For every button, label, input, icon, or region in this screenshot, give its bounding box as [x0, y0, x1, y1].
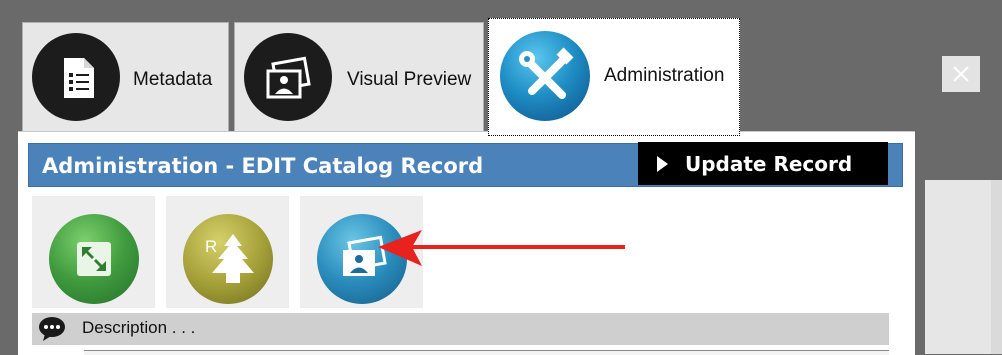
- tab-administration[interactable]: Administration: [488, 18, 740, 136]
- red-arrow-icon: [378, 230, 625, 266]
- svg-text:R: R: [205, 237, 217, 256]
- pine-tree-r-icon: R: [183, 214, 273, 304]
- update-record-label: Update Record: [685, 152, 853, 176]
- description-label: Description . . .: [82, 318, 196, 337]
- tab-metadata-label: Metadata: [133, 69, 213, 90]
- panel-title: Administration - EDIT Catalog Record: [42, 154, 484, 178]
- document-list-icon: [32, 33, 120, 121]
- tools-icon: [500, 31, 590, 121]
- speech-bubble-icon: [38, 316, 66, 347]
- close-button[interactable]: [942, 56, 980, 92]
- scrollbar[interactable]: [991, 180, 1002, 354]
- pine-tree-button[interactable]: R: [166, 196, 289, 308]
- tab-visual-preview[interactable]: Visual Preview: [234, 22, 484, 132]
- description-field[interactable]: [84, 350, 889, 355]
- update-record-button[interactable]: Update Record: [638, 142, 888, 185]
- tab-administration-label: Administration: [604, 65, 725, 86]
- expand-icon: [49, 214, 139, 304]
- close-icon: [953, 66, 969, 82]
- tab-metadata[interactable]: Metadata: [22, 22, 229, 132]
- tab-visual-preview-label: Visual Preview: [347, 69, 472, 90]
- photo-person-icon: [244, 33, 332, 121]
- play-arrow-icon: [657, 156, 668, 172]
- description-bar[interactable]: Description . . .: [32, 313, 889, 345]
- expand-button[interactable]: [32, 196, 155, 308]
